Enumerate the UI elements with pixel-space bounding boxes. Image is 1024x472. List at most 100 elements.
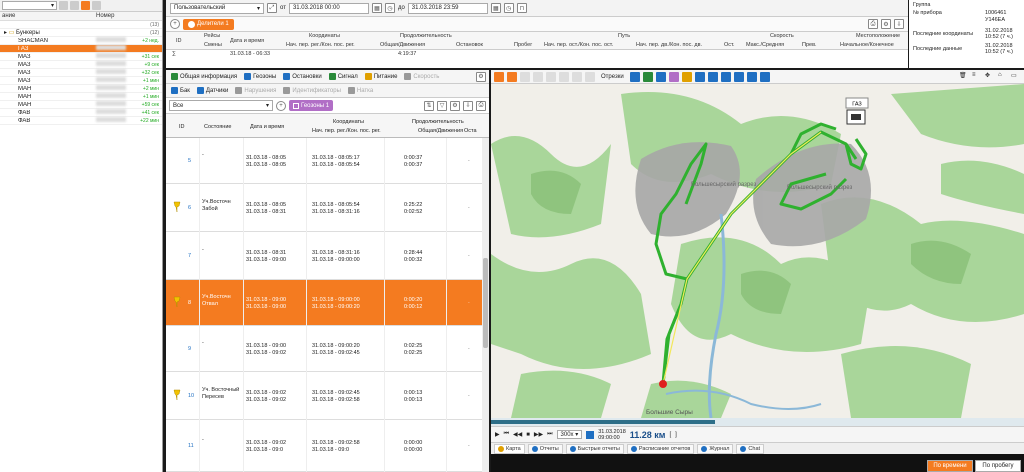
- route-start-marker[interactable]: [659, 380, 667, 388]
- layer-green-icon[interactable]: [642, 71, 653, 82]
- layer-ids-icon[interactable]: [720, 71, 731, 82]
- skip-end-icon[interactable]: ⏭: [547, 431, 552, 438]
- header-coords-sub[interactable]: Нач. пер. рег./Кон. пос. рег.: [286, 42, 355, 48]
- report-tab[interactable]: Датчики: [195, 86, 230, 96]
- pencil-tool-icon[interactable]: [533, 71, 543, 82]
- forward-icon[interactable]: ▶▶: [534, 431, 543, 438]
- trash-icon[interactable]: 🗑: [959, 72, 969, 82]
- header-stops[interactable]: Остановок: [456, 42, 483, 48]
- tab-splitter-1[interactable]: Делители 1: [183, 18, 234, 30]
- objects-root-row[interactable]: (13): [0, 21, 162, 29]
- header-id[interactable]: ID: [176, 38, 182, 44]
- from-date-input[interactable]: 31.03.2018 00:00: [288, 2, 369, 14]
- layers-icon[interactable]: ≡: [972, 72, 982, 82]
- object-row[interactable]: ФАВ +22 мин: [0, 117, 162, 125]
- header-duration[interactable]: Продолжительность: [412, 119, 464, 126]
- object-row[interactable]: МАЗ +9 сек: [0, 61, 162, 69]
- settings-icon[interactable]: [92, 1, 101, 10]
- filter-icon[interactable]: ▽: [437, 100, 447, 111]
- clock-icon[interactable]: ◷: [384, 3, 395, 13]
- print-icon[interactable]: ⎙: [868, 19, 878, 29]
- tab-geozones-1[interactable]: Геозоны 1: [289, 100, 334, 111]
- add-tab-icon[interactable]: +: [276, 100, 286, 111]
- expand-icon[interactable]: ⤢: [267, 3, 277, 13]
- layer-sensors-icon[interactable]: [707, 71, 718, 82]
- bottom-tab[interactable]: Быстрые отчеты: [565, 443, 624, 454]
- table-scrollbar[interactable]: [482, 138, 489, 472]
- rewind-icon[interactable]: ◀◀: [513, 431, 522, 438]
- header-shifts[interactable]: Смены: [204, 42, 222, 48]
- by-time-button[interactable]: По времени: [927, 460, 973, 472]
- by-mileage-button[interactable]: По пробегу: [975, 460, 1021, 472]
- bottom-tab[interactable]: Отчеты: [527, 443, 563, 454]
- list-icon[interactable]: [70, 1, 79, 10]
- object-row[interactable]: МАЗ +31 сек: [0, 53, 162, 61]
- period-select[interactable]: Пользовательский ▾: [170, 2, 264, 14]
- header-exceed[interactable]: Прев.: [802, 42, 817, 48]
- calendar-icon[interactable]: ▦: [371, 3, 382, 13]
- header-state[interactable]: Состояние: [204, 124, 231, 131]
- square-tool-icon[interactable]: [559, 71, 569, 82]
- bottom-tab[interactable]: Расписание отчетов: [626, 443, 695, 454]
- report-tab[interactable]: Нарушения: [233, 86, 278, 96]
- layer-geozone-icon[interactable]: [668, 71, 679, 82]
- geozone-row[interactable]: 10 Уч. Восточный Пересев 31.03.18 - 09:02 3…: [166, 372, 482, 420]
- add-tab-icon[interactable]: +: [170, 19, 180, 29]
- column-number[interactable]: Номер: [96, 13, 136, 19]
- filter-icon[interactable]: [59, 1, 68, 10]
- layer-blue-icon[interactable]: [629, 71, 640, 82]
- header-speed[interactable]: Скорость: [770, 33, 794, 39]
- geozone-row[interactable]: 6 Уч.Восточн Забой 31.03.18 - 08:05 31.03.1…: [166, 184, 482, 232]
- geozone-row[interactable]: 11-31.03.18 - 09:02 31.03.18 - 09:0 31.03.…: [166, 420, 482, 472]
- zoom-tool-icon[interactable]: [585, 71, 595, 82]
- object-row[interactable]: МАН +2 мин: [0, 85, 162, 93]
- settings-icon[interactable]: ⚙: [881, 19, 891, 29]
- object-row[interactable]: МАН +59 сек: [0, 101, 162, 109]
- select-tool-icon[interactable]: [546, 71, 556, 82]
- scrollbar-thumb[interactable]: [483, 258, 488, 348]
- bottom-tab[interactable]: Chat: [736, 443, 765, 454]
- arrow-tool-icon[interactable]: [507, 71, 517, 82]
- ruler-tool-icon[interactable]: [520, 71, 530, 82]
- header-speed-sub[interactable]: Макс./Средняя: [746, 42, 784, 48]
- print-icon[interactable]: ⎙: [476, 100, 486, 111]
- object-row[interactable]: МАЗ +1 мин: [0, 77, 162, 85]
- geozone-row[interactable]: 8 Уч.Восточн Отвал 31.03.18 - 09:00 31.03.1…: [166, 280, 482, 326]
- header-coords[interactable]: Координаты: [333, 119, 364, 126]
- layer-power-icon[interactable]: [681, 71, 692, 82]
- bracket-right-icon[interactable]: ]: [675, 432, 677, 438]
- move-icon[interactable]: ✥: [985, 72, 995, 82]
- object-row[interactable]: МАН +1 мин: [0, 93, 162, 101]
- layer-fuel-icon[interactable]: [694, 71, 705, 82]
- header-move-range[interactable]: Нач. пер. дв./Кон. пос. дв.: [636, 42, 702, 48]
- header-location[interactable]: Местоположение: [856, 33, 900, 39]
- bracket-left-icon[interactable]: [: [669, 432, 671, 438]
- object-row[interactable]: ГАЗ: [0, 45, 162, 53]
- header-datetime[interactable]: Дата и время: [230, 38, 264, 44]
- geozone-filter-select[interactable]: Все ▾: [169, 100, 273, 111]
- bottom-tab[interactable]: Карта: [494, 443, 525, 454]
- layer-signal-icon[interactable]: [733, 71, 744, 82]
- report-tab[interactable]: Общая информация: [169, 72, 239, 82]
- geozone-row[interactable]: 9 - 31.03.18 - 09:00 31.03.18 - 09:02 31.03.…: [166, 326, 482, 372]
- report-tab[interactable]: Питание: [363, 72, 400, 82]
- export-icon[interactable]: ⇩: [894, 19, 904, 29]
- export-icon[interactable]: ⇩: [463, 100, 473, 111]
- to-date-input[interactable]: 31.03.2018 23:59: [407, 2, 488, 14]
- play-icon[interactable]: ▶: [495, 431, 500, 438]
- header-ost[interactable]: Ост.: [724, 42, 734, 48]
- segments-label[interactable]: Отрезки: [601, 74, 624, 80]
- header-id[interactable]: ID: [179, 124, 185, 131]
- lock-icon[interactable]: ⊓: [516, 3, 527, 13]
- route-tool-icon[interactable]: [494, 71, 504, 82]
- report-tab[interactable]: Идентификаторы: [281, 86, 342, 96]
- geozone-row[interactable]: 7 - 31.03.18 - 08:31 31.03.18 - 09:00 31.03.…: [166, 232, 482, 280]
- report-tab[interactable]: Сигнал: [327, 72, 360, 82]
- layer-info-icon[interactable]: [746, 71, 757, 82]
- group-row[interactable]: ▸ ▭ Бункеры (12): [0, 29, 162, 37]
- speed-select[interactable]: 300x ▾: [556, 430, 583, 439]
- calendar-icon[interactable]: ▦: [490, 3, 501, 13]
- layer-geo-icon[interactable]: [759, 71, 770, 82]
- track-progress[interactable]: [491, 418, 1024, 426]
- header-location-sub[interactable]: Начальное/Конечное: [840, 42, 894, 48]
